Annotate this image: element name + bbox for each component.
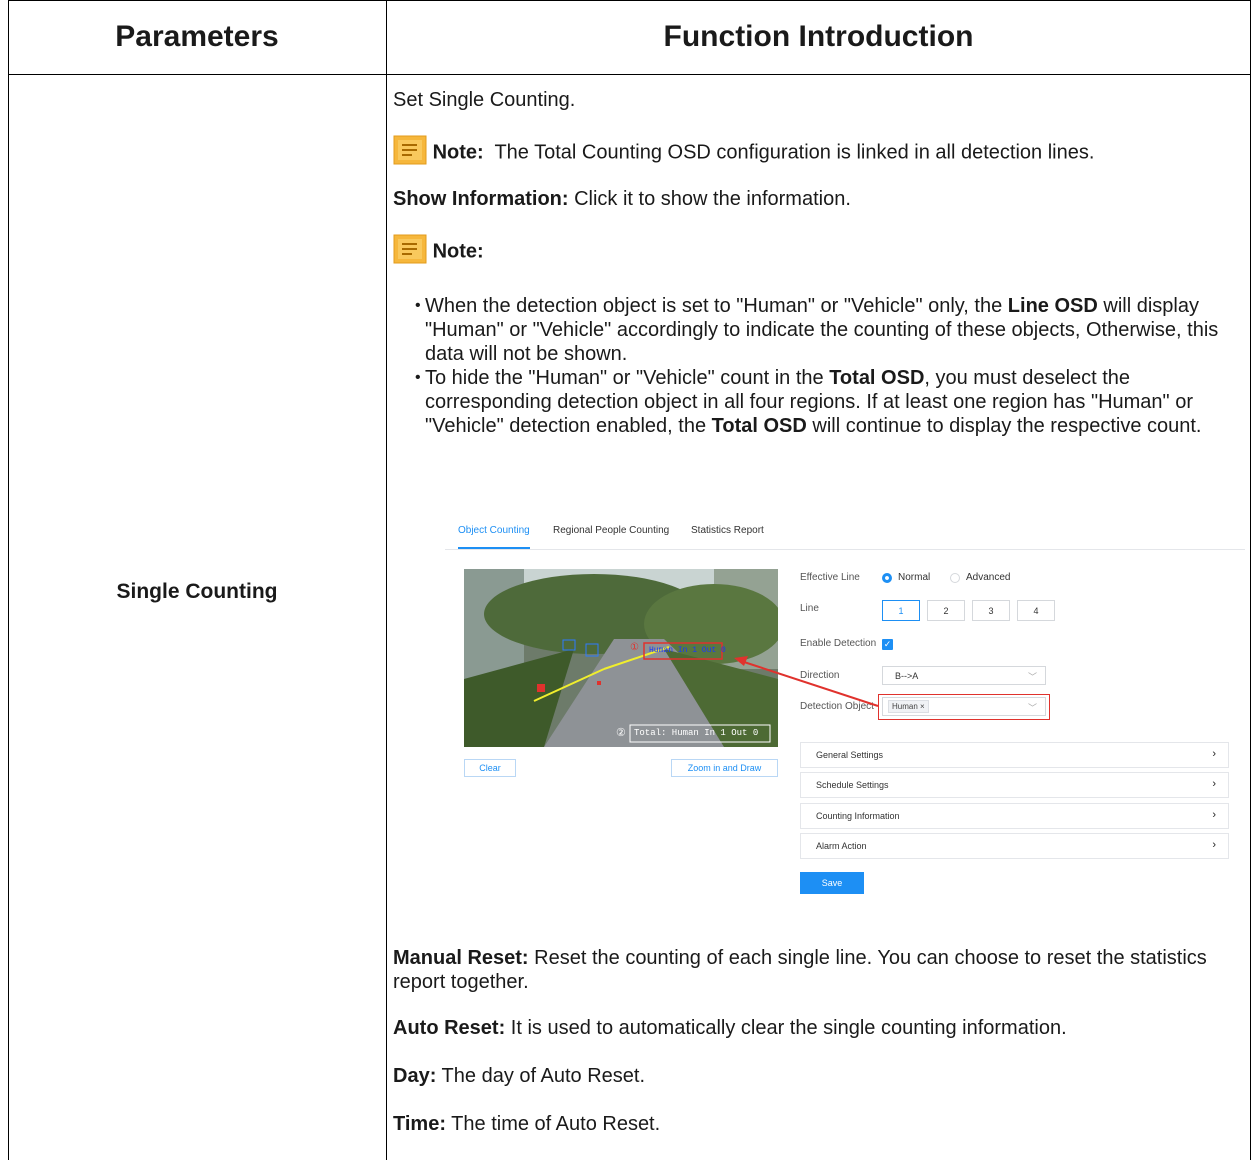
detection-object-highlight (878, 694, 1050, 720)
clear-button[interactable]: Clear (464, 759, 516, 777)
intro-text: Set Single Counting. (393, 89, 576, 111)
counting-information-label: Counting Information (816, 811, 900, 821)
line-button-2[interactable]: 2 (927, 600, 965, 621)
day-desc: The day of Auto Reset. (436, 1065, 646, 1087)
osd-marker-2: ② (616, 727, 626, 739)
chevron-down-icon: ﹀ (1027, 672, 1037, 682)
tab-statistics-report[interactable]: Statistics Report (691, 525, 764, 536)
general-settings-section[interactable]: General Settings › (800, 742, 1229, 768)
show-information-text: Show Information: Click it to show the i… (393, 187, 851, 211)
general-settings-label: General Settings (816, 750, 884, 760)
active-tab-indicator (458, 547, 530, 549)
line-button-4[interactable]: 4 (1017, 600, 1055, 621)
direction-select[interactable]: B-->A ﹀ (882, 666, 1046, 685)
show-information-desc: Click it to show the information. (568, 188, 851, 210)
bullet-1-text-a: When the detection object is set to "Hum… (425, 295, 1008, 317)
header-function-introduction: Function Introduction (663, 20, 974, 53)
parameter-name: Single Counting (116, 580, 278, 603)
show-information-label: Show Information: (393, 188, 569, 210)
day-label: Day: (393, 1065, 437, 1087)
day-text: Day: The day of Auto Reset. (393, 1064, 645, 1088)
header-parameters: Parameters (115, 20, 279, 53)
bullet-2-bold-1: Total OSD (829, 367, 925, 389)
chevron-right-icon: › (1212, 839, 1216, 851)
header-divider (8, 74, 1251, 75)
radio-advanced[interactable] (950, 573, 960, 583)
enable-detection-checkbox[interactable]: ✓ (882, 639, 893, 650)
bullet-1-bold: Line OSD (1007, 295, 1098, 317)
line-label: Line (800, 603, 819, 614)
chevron-right-icon: › (1212, 778, 1216, 790)
line-osd-text: Human In 1 Out 0 (649, 646, 726, 655)
schedule-settings-section[interactable]: Schedule Settings › (800, 772, 1229, 798)
ui-screenshot: Object Counting Regional People Counting… (445, 513, 1245, 894)
direction-value: B-->A (895, 670, 919, 681)
bullet-1: When the detection object is set to "Hum… (415, 294, 1245, 366)
alarm-action-section[interactable]: Alarm Action › (800, 833, 1229, 859)
osd-marker-1: ① (630, 642, 639, 653)
alarm-action-label: Alarm Action (816, 841, 867, 851)
screenshot-body: Human In 1 Out 0 ① ② Total: Human In 1 O… (445, 550, 1245, 894)
radio-advanced-label: Advanced (966, 572, 1011, 583)
auto-reset-text: Auto Reset: It is used to automatically … (393, 1016, 1233, 1040)
tab-object-counting[interactable]: Object Counting (458, 525, 530, 536)
time-text: Time: The time of Auto Reset. (393, 1112, 660, 1136)
column-divider (386, 0, 387, 1160)
screenshot-tab-bar: Object Counting Regional People Counting… (445, 513, 1245, 550)
highlight-arrow (734, 656, 879, 707)
time-desc: The time of Auto Reset. (445, 1113, 661, 1135)
note-icon (393, 135, 427, 171)
enable-detection-label: Enable Detection (800, 638, 877, 649)
radio-normal[interactable] (882, 573, 892, 583)
time-label: Time: (393, 1113, 446, 1135)
effective-line-label: Effective Line (800, 572, 860, 583)
radio-normal-label: Normal (898, 572, 931, 583)
note-1: Note: The Total Counting OSD configurati… (393, 135, 1094, 171)
counting-information-section[interactable]: Counting Information › (800, 803, 1229, 829)
note-bullets: When the detection object is set to "Hum… (415, 294, 1245, 438)
note-1-text: The Total Counting OSD configuration is … (494, 141, 1095, 164)
note-2-label: Note: (432, 240, 484, 263)
manual-reset-label: Manual Reset: (393, 947, 529, 969)
save-button[interactable]: Save (800, 872, 864, 894)
note-2: Note: (393, 234, 484, 270)
note-1-label: Note: (432, 141, 484, 164)
bullet-2-text-e: will continue to display the respective … (806, 415, 1202, 437)
bullet-2-text-a: To hide the "Human" or "Vehicle" count i… (425, 367, 830, 389)
auto-reset-desc: It is used to automatically clear the si… (505, 1017, 1067, 1039)
bullet-2-bold-2: Total OSD (711, 415, 807, 437)
chevron-right-icon: › (1212, 748, 1216, 760)
manual-reset-text: Manual Reset: Reset the counting of each… (393, 946, 1233, 994)
line-button-1[interactable]: 1 (882, 600, 920, 621)
total-osd-text: Total: Human In 1 Out 0 (634, 728, 759, 738)
tab-regional-people-counting[interactable]: Regional People Counting (553, 525, 669, 536)
note-icon (393, 234, 427, 270)
chevron-right-icon: › (1212, 809, 1216, 821)
line-button-3[interactable]: 3 (972, 600, 1010, 621)
zoom-in-and-draw-button[interactable]: Zoom in and Draw (671, 759, 778, 777)
auto-reset-label: Auto Reset: (393, 1017, 506, 1039)
schedule-settings-label: Schedule Settings (816, 780, 889, 790)
bullet-2: To hide the "Human" or "Vehicle" count i… (415, 366, 1245, 438)
